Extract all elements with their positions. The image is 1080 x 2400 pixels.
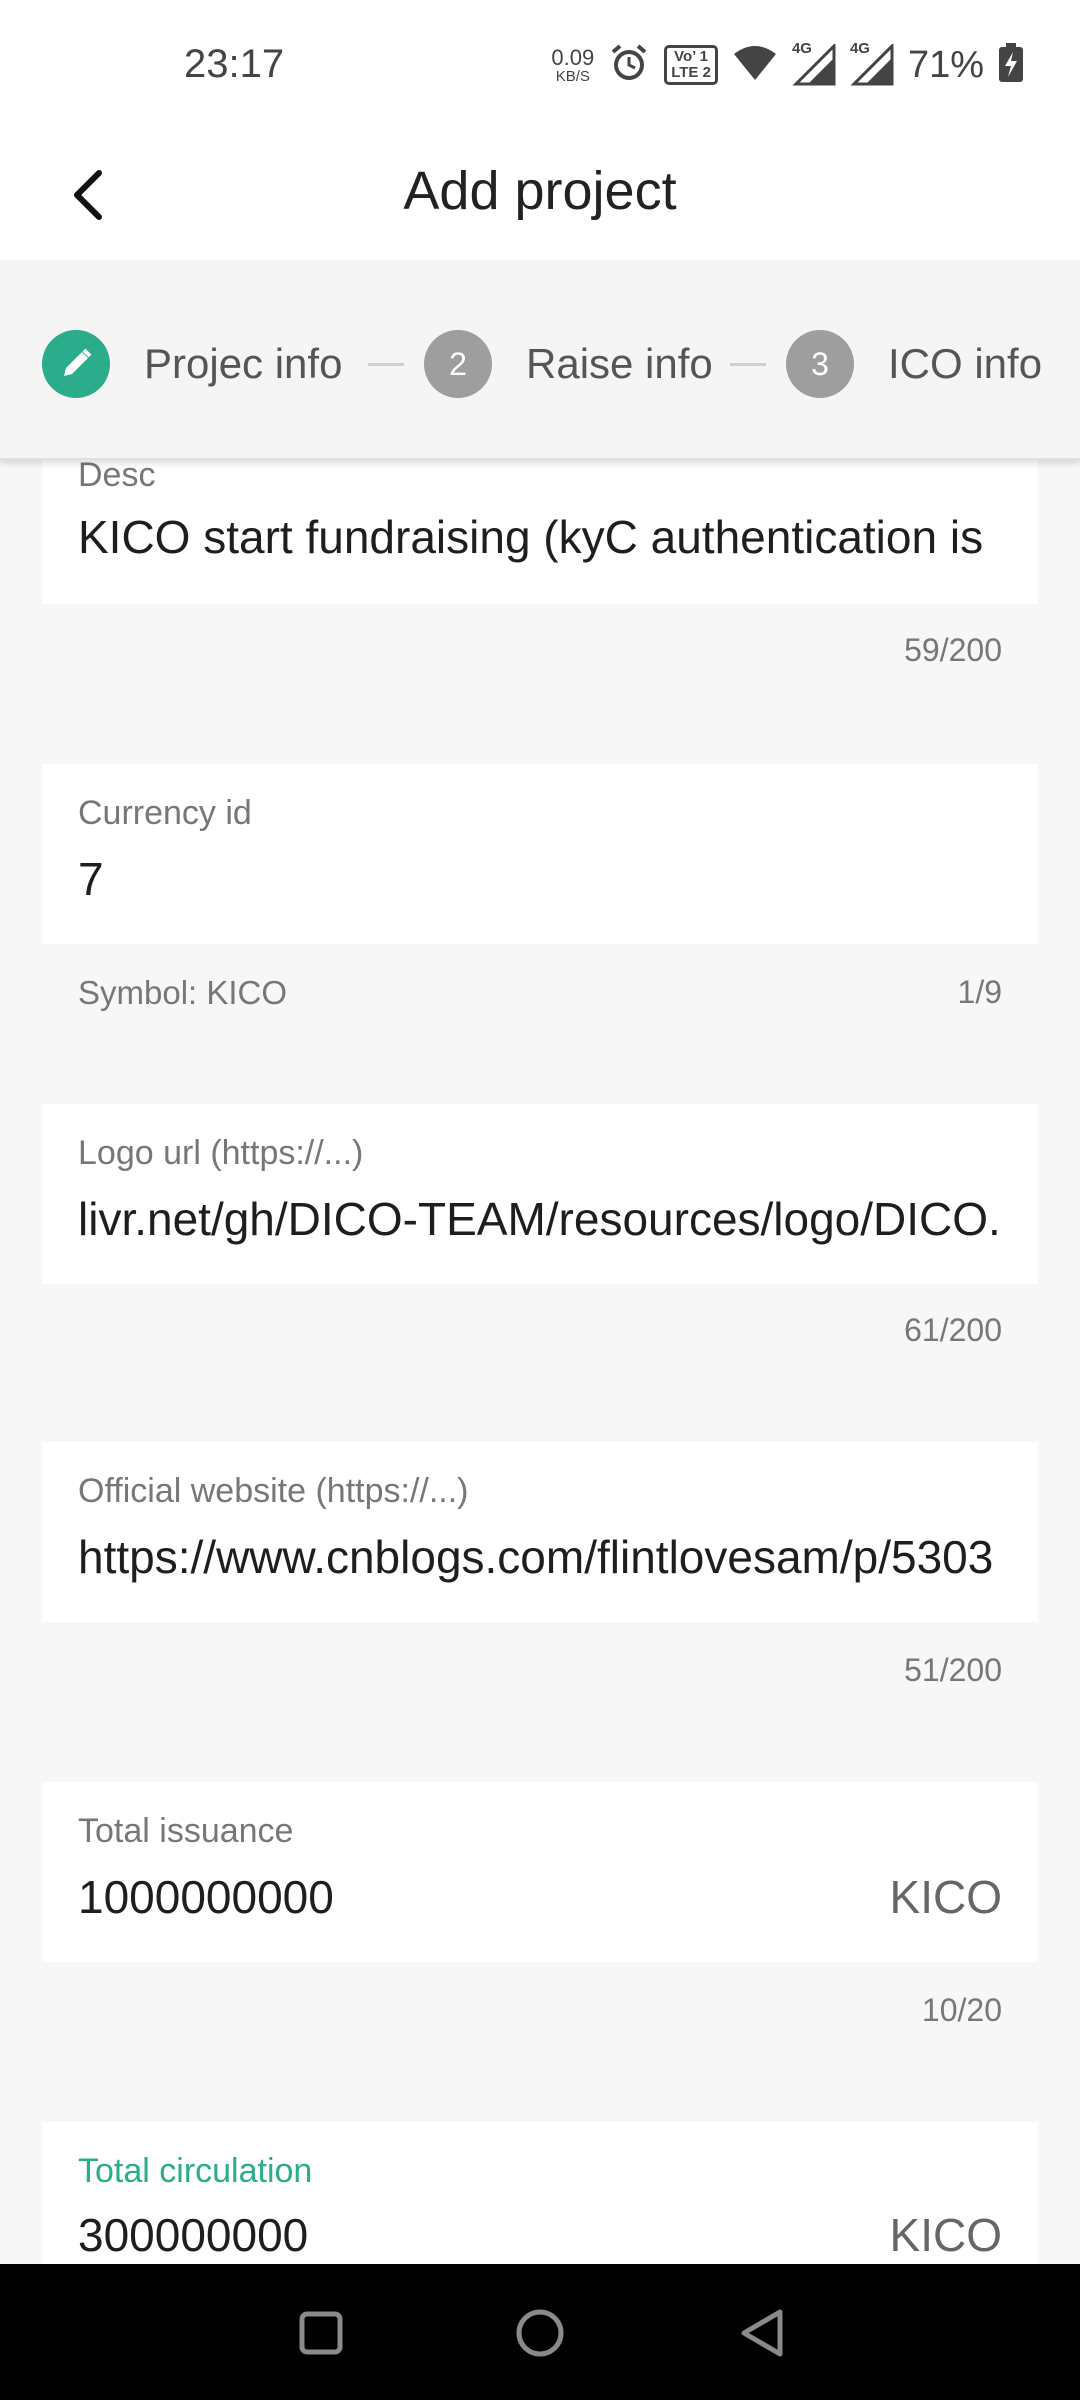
currency-symbol-helper: Symbol: KICO [78, 974, 288, 1011]
network-speed-value: 0.09 [551, 44, 595, 70]
signal-icon-1: 4G [792, 40, 836, 86]
status-time: 23:17 [184, 42, 285, 86]
page-title: Add project [403, 161, 677, 221]
volte-label-top: Vo’ 1 [674, 48, 709, 66]
total-issuance-counter: 10/20 [921, 1992, 1002, 2028]
currency-id-label: Currency id [78, 794, 252, 832]
system-back-button[interactable] [728, 2298, 798, 2368]
square-icon [299, 2311, 343, 2355]
home-button[interactable] [505, 2298, 575, 2368]
pencil-icon [64, 348, 92, 376]
stepper: Projec info 2 Raise info 3 ICO info [0, 260, 1080, 460]
currency-id-counter: 1/9 [957, 974, 1002, 1010]
total-issuance-input[interactable]: 1000000000 [78, 1870, 838, 1924]
wifi-icon [732, 44, 778, 87]
network-speed: 0.09 KB/S [551, 44, 595, 85]
status-bar: 23:17 0.09 KB/S Vo’ 1 LTE 2 4G 4G 71% [0, 0, 1080, 130]
currency-id-field[interactable]: Currency id 7 [42, 764, 1038, 944]
navigation-bar [0, 2264, 1080, 2400]
currency-id-input[interactable]: 7 [78, 852, 1002, 906]
step-3-label[interactable]: ICO info [888, 340, 1042, 388]
step-connector-2 [730, 363, 766, 366]
battery-charging-icon [998, 42, 1024, 88]
step-1-indicator[interactable] [42, 330, 110, 398]
signal-icon-2: 4G [850, 40, 894, 86]
signal-2-label: 4G [849, 40, 870, 57]
logo-url-label: Logo url (https://...) [78, 1134, 364, 1172]
logo-url-counter: 61/200 [904, 1312, 1002, 1348]
signal-1-label: 4G [791, 40, 812, 57]
official-website-field[interactable]: Official website (https://...) https://w… [42, 1442, 1038, 1622]
step-2-indicator[interactable]: 2 [424, 330, 492, 398]
desc-field[interactable]: Desc KICO start fundraising (kyC authent… [42, 440, 1038, 604]
official-website-label: Official website (https://...) [78, 1472, 469, 1510]
battery-percent: 71% [907, 43, 984, 86]
step-2-label[interactable]: Raise info [526, 340, 713, 388]
alarm-icon [608, 42, 650, 89]
total-circulation-unit: KICO [889, 2209, 1002, 2261]
total-issuance-unit: KICO [889, 1871, 1002, 1923]
step-3-indicator[interactable]: 3 [786, 330, 854, 398]
total-circulation-label: Total circulation [78, 2152, 313, 2190]
step-connector-1 [368, 363, 404, 366]
official-website-counter: 51/200 [904, 1652, 1002, 1688]
step-1-label[interactable]: Projec info [144, 340, 342, 388]
desc-label: Desc [78, 456, 156, 494]
triangle-back-icon [741, 2309, 783, 2357]
circle-icon [516, 2309, 564, 2357]
total-issuance-label: Total issuance [78, 1812, 294, 1850]
official-website-input[interactable]: https://www.cnblogs.com/flintlovesam/p/5… [78, 1530, 1002, 1584]
app-header: Add project [0, 130, 1080, 260]
logo-url-field[interactable]: Logo url (https://...) livr.net/gh/DICO-… [42, 1104, 1038, 1284]
desc-counter: 59/200 [904, 632, 1002, 668]
total-issuance-field[interactable]: Total issuance 1000000000 KICO [42, 1782, 1038, 1962]
volte-icon: Vo’ 1 LTE 2 [664, 45, 718, 85]
status-icons: 0.09 KB/S Vo’ 1 LTE 2 4G 4G 71% [551, 40, 1024, 90]
logo-url-input[interactable]: livr.net/gh/DICO-TEAM/resources/logo/DIC… [78, 1192, 1002, 1246]
volte-label-bottom: LTE 2 [671, 64, 711, 81]
desc-input[interactable]: KICO start fundraising (kyC authenticati… [78, 510, 1002, 564]
recents-button[interactable] [286, 2298, 356, 2368]
total-circulation-input[interactable]: 300000000 [78, 2208, 838, 2262]
network-speed-unit: KB/S [555, 67, 590, 85]
